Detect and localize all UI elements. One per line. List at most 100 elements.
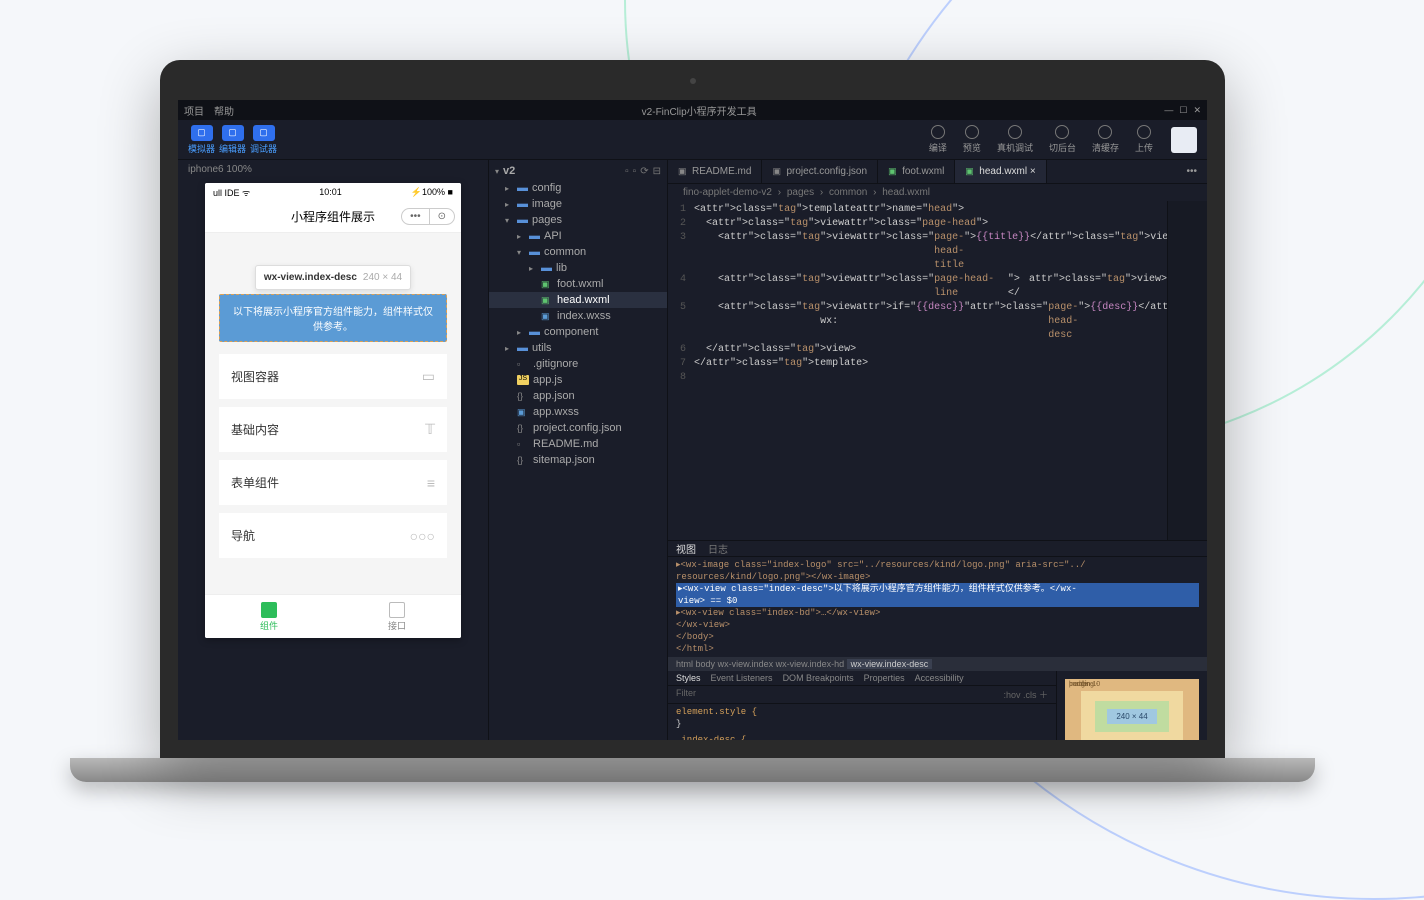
simulator-panel: iphone6 100% ull IDE ᯤ 10:01 ⚡100% ■ 小程序… [178,160,488,740]
box-model: margin 10 border - padding - 240 × 44 [1057,671,1207,740]
dom-crumb[interactable]: wx-view.index [718,659,774,669]
styles-tab[interactable]: Properties [864,673,905,683]
devtools-tab-console[interactable]: 日志 [708,541,728,556]
tree-item[interactable]: ▸▬API [489,228,667,244]
api-icon [389,602,405,618]
more-icon[interactable]: ••• [1176,160,1207,183]
tree-item[interactable]: ▾▬common [489,244,667,260]
tree-item[interactable]: ▣head.wxml [489,292,667,308]
styles-tab[interactable]: Accessibility [915,673,964,683]
laptop-base [70,758,1315,782]
dom-crumb[interactable]: wx-view.index-hd [776,659,845,669]
devtools: 视图 日志 ▸<wx-image class="index-logo" src=… [668,540,1207,740]
crumb[interactable]: head.wxml [882,187,930,198]
action-1[interactable]: 预览 [963,125,981,154]
camera-dot [690,78,696,84]
new-file-icon[interactable]: ▫ [625,166,629,177]
tree-item[interactable]: ▸▬image [489,196,667,212]
styles-tab[interactable]: DOM Breakpoints [783,673,854,683]
tab-api[interactable]: 接口 [333,595,461,638]
collapse-icon[interactable]: ⊟ [653,166,661,177]
tree-item[interactable]: ▣index.wxss [489,308,667,324]
devtools-tab-elements[interactable]: 视图 [676,541,696,556]
dom-crumb[interactable]: body [696,659,716,669]
minimap[interactable] [1167,201,1207,540]
editor-panel: ▣README.md▣project.config.json▣foot.wxml… [668,160,1207,740]
tree-item[interactable]: ▫README.md [489,436,667,452]
menu-icon[interactable]: ••• [402,209,430,224]
titlebar: 项目 帮助 v2-FinClip小程序开发工具 — ☐ ✕ [178,100,1207,120]
app-header: 小程序组件展示 ••• ⊙ [205,201,461,233]
dom-crumb[interactable]: html [676,659,693,669]
style-toggles[interactable]: :hov .cls ＋ [1003,688,1048,701]
project-root[interactable]: v2 [503,165,515,177]
filter-input[interactable]: Filter [676,688,696,701]
action-0[interactable]: 编译 [929,125,947,154]
tree-item[interactable]: JSapp.js [489,372,667,388]
tabbar: 组件 接口 [205,594,461,638]
capsule-button[interactable]: ••• ⊙ [401,208,455,225]
tree-item[interactable]: {}sitemap.json [489,452,667,468]
minimize-icon[interactable]: — [1164,105,1173,116]
close-icon[interactable]: ✕ [1193,105,1201,116]
inspect-tooltip: wx-view.index-desc240 × 44 [255,265,411,290]
editor-tab[interactable]: ▣head.wxml × [955,160,1046,183]
editor-tab[interactable]: ▣foot.wxml [878,160,955,183]
crumb[interactable]: pages [787,187,814,198]
crumb[interactable]: fino-applet-demo-v2 [683,187,772,198]
editor-tabs: ▣README.md▣project.config.json▣foot.wxml… [668,160,1207,184]
phone-preview: ull IDE ᯤ 10:01 ⚡100% ■ 小程序组件展示 ••• ⊙ [205,183,461,638]
maximize-icon[interactable]: ☐ [1179,105,1187,116]
tree-item[interactable]: {}project.config.json [489,420,667,436]
refresh-icon[interactable]: ⟳ [640,166,648,177]
menu-help[interactable]: 帮助 [214,103,234,118]
laptop-frame: 项目 帮助 v2-FinClip小程序开发工具 — ☐ ✕ ▢模拟器▢编辑器▢调… [160,60,1225,782]
battery-icon: ⚡100% ■ [411,187,453,198]
code-editor[interactable]: 1<attr">class="tag">template attr">name=… [668,201,1167,540]
breadcrumb: fino-applet-demo-v2 › pages › common › h… [668,184,1207,201]
editor-tab[interactable]: ▣README.md [668,160,762,183]
mode-tab-0[interactable]: ▢模拟器 [188,125,215,155]
list-item[interactable]: 导航○○○ [219,513,447,558]
styles-tab[interactable]: Styles [676,673,701,683]
file-explorer: ▾ v2 ▫ ▫ ⟳ ⊟ ▸▬config▸▬image▾▬pages▸▬API… [488,160,668,740]
menu-project[interactable]: 项目 [184,103,204,118]
signal-icon: ull IDE ᯤ [213,186,250,199]
mode-tab-1[interactable]: ▢编辑器 [219,125,246,155]
dom-breadcrumb: html body wx-view.index wx-view.index-hd… [668,657,1207,671]
tree-item[interactable]: ▾▬pages [489,212,667,228]
action-3[interactable]: 切后台 [1049,125,1076,154]
simulator-status: iphone6 100% [188,164,478,175]
close-icon[interactable]: ⊙ [430,209,454,224]
grid-icon [261,602,277,618]
tree-item[interactable]: ▸▬lib [489,260,667,276]
dom-crumb[interactable]: wx-view.index-desc [847,659,933,669]
tree-item[interactable]: ▸▬config [489,180,667,196]
list-item[interactable]: 基础内容𝕋 [219,407,447,452]
dom-tree[interactable]: ▸<wx-image class="index-logo" src="../re… [668,557,1207,657]
tree-item[interactable]: {}app.json [489,388,667,404]
tree-item[interactable]: ▸▬utils [489,340,667,356]
phone-statusbar: ull IDE ᯤ 10:01 ⚡100% ■ [205,183,461,201]
tree-item[interactable]: ▣foot.wxml [489,276,667,292]
clock: 10:01 [319,187,342,197]
list-item[interactable]: 视图容器▭ [219,354,447,399]
styles-tab[interactable]: Event Listeners [711,673,773,683]
ide-window: 项目 帮助 v2-FinClip小程序开发工具 — ☐ ✕ ▢模拟器▢编辑器▢调… [178,100,1207,740]
action-4[interactable]: 清缓存 [1092,125,1119,154]
crumb[interactable]: common [829,187,867,198]
action-2[interactable]: 真机调试 [997,125,1033,154]
list-item[interactable]: 表单组件≡ [219,460,447,505]
tree-item[interactable]: ▸▬component [489,324,667,340]
editor-tab[interactable]: ▣project.config.json [762,160,878,183]
window-title: v2-FinClip小程序开发工具 [234,103,1164,118]
mode-tab-2[interactable]: ▢调试器 [250,125,277,155]
tree-item[interactable]: ▣app.wxss [489,404,667,420]
action-5[interactable]: 上传 [1135,125,1153,154]
highlighted-element[interactable]: 以下将展示小程序官方组件能力，组件样式仅供参考。 [219,294,447,342]
new-folder-icon[interactable]: ▫ [633,166,637,177]
tab-components[interactable]: 组件 [205,595,333,638]
app-title: 小程序组件展示 [291,208,375,225]
tree-item[interactable]: ▫.gitignore [489,356,667,372]
avatar[interactable] [1171,127,1197,153]
